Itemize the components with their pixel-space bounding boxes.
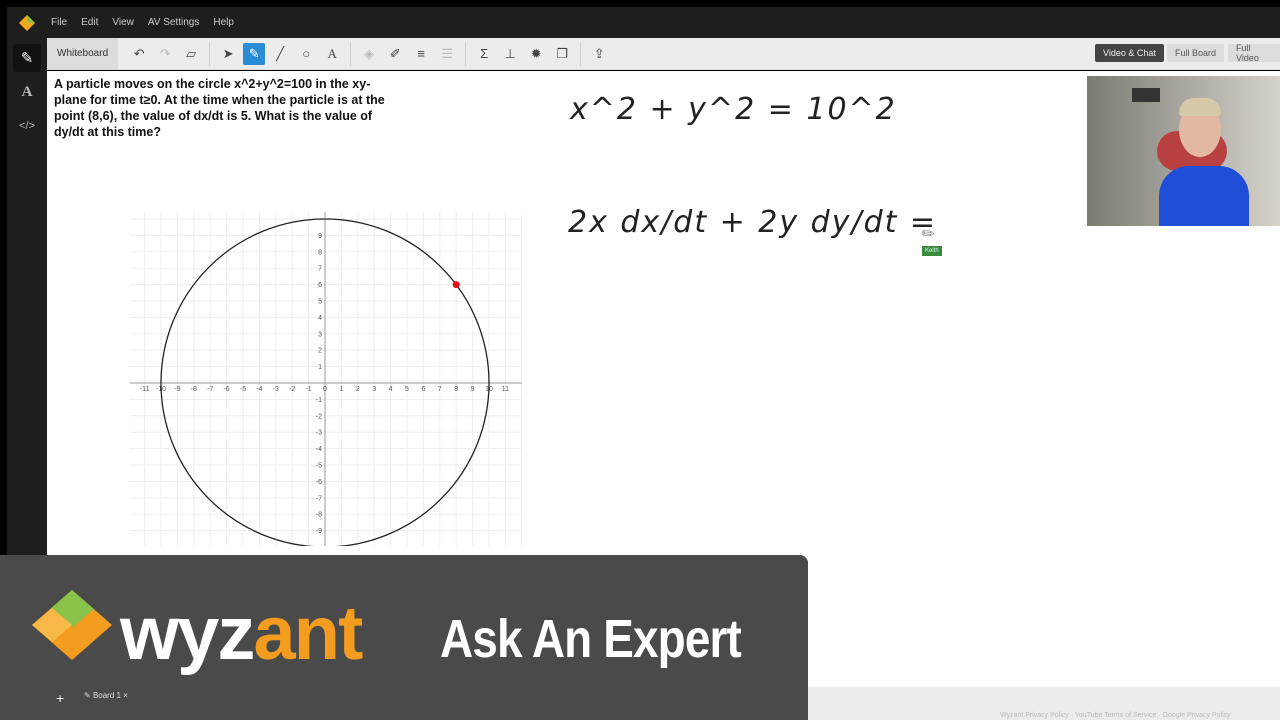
menu-av-settings[interactable]: AV Settings xyxy=(148,17,200,28)
menu-view[interactable]: View xyxy=(112,17,134,28)
x-tick-label: -5 xyxy=(240,386,246,393)
x-tick-label: 2 xyxy=(356,386,360,393)
x-tick-label: 5 xyxy=(405,386,409,393)
x-tick-label: -2 xyxy=(289,386,295,393)
dash-style-icon[interactable]: ☰ xyxy=(436,43,458,65)
y-tick-label: -6 xyxy=(316,479,322,486)
upload-icon[interactable]: ⇪ xyxy=(588,43,610,65)
x-tick-label: -9 xyxy=(174,386,180,393)
wall-decor xyxy=(1132,88,1160,102)
highlighter-icon[interactable]: ✐ xyxy=(384,43,406,65)
divider xyxy=(350,41,352,66)
x-tick-label: 9 xyxy=(471,386,475,393)
shape-circle-icon[interactable]: ○ xyxy=(295,43,317,65)
video-feed xyxy=(1087,76,1280,226)
menu-file[interactable]: File xyxy=(51,17,67,28)
x-tick-label: 4 xyxy=(389,386,393,393)
divider xyxy=(465,41,467,66)
x-tick-label: 1 xyxy=(339,386,343,393)
pen-icon[interactable]: ✎ xyxy=(243,42,266,65)
redo-icon[interactable]: ↷ xyxy=(154,43,176,65)
whiteboard-mode-icon[interactable]: ✎ xyxy=(13,44,41,72)
x-tick-label: -6 xyxy=(223,386,229,393)
board-tab-label: Board 1 xyxy=(92,691,121,700)
x-tick-label: -3 xyxy=(273,386,279,393)
question-text: A particle moves on the circle x^2+y^2=1… xyxy=(54,77,385,139)
x-tick-label: 6 xyxy=(421,386,425,393)
wyzant-wordmark: wyzant xyxy=(120,590,363,677)
person-hair xyxy=(1179,98,1221,116)
sigma-icon[interactable]: Σ xyxy=(473,43,495,65)
x-tick-label: 3 xyxy=(372,386,376,393)
add-board-button[interactable]: + xyxy=(56,690,64,706)
y-tick-label: -7 xyxy=(316,495,322,502)
text-icon[interactable]: A xyxy=(321,43,343,65)
undo-icon[interactable]: ↶ xyxy=(128,43,150,65)
y-tick-label: 3 xyxy=(318,331,322,338)
wordmark-part: ant xyxy=(253,591,363,676)
x-tick-label: -7 xyxy=(207,386,213,393)
select-arrow-icon[interactable]: ➤ xyxy=(217,43,239,65)
fill-bucket-icon[interactable]: ◈ xyxy=(358,43,380,65)
x-tick-label: -1 xyxy=(305,386,311,393)
x-tick-label: -8 xyxy=(191,386,197,393)
x-tick-label: 7 xyxy=(438,386,442,393)
x-tick-label: 8 xyxy=(454,386,458,393)
line-weight-icon[interactable]: ≡ xyxy=(410,43,432,65)
x-tick-label: -4 xyxy=(256,386,262,393)
y-tick-label: 1 xyxy=(318,364,322,371)
menu-edit[interactable]: Edit xyxy=(81,17,98,28)
code-editor-mode-icon[interactable]: </> xyxy=(13,112,41,140)
graph-axes-icon[interactable]: ⊥ xyxy=(499,43,521,65)
banner-tagline: Ask An Expert xyxy=(440,609,742,669)
y-tick-label: -2 xyxy=(316,413,322,420)
full-video-button[interactable]: Full Video xyxy=(1228,43,1280,63)
divider xyxy=(580,41,582,66)
menu-bar: File Edit View AV Settings Help xyxy=(7,7,1280,38)
menu-help[interactable]: Help xyxy=(213,17,234,28)
person-shirt xyxy=(1159,166,1249,226)
x-tick-label: 11 xyxy=(502,386,509,393)
tab-whiteboard[interactable]: Whiteboard xyxy=(47,37,119,70)
y-tick-label: -3 xyxy=(316,430,322,437)
wyzant-logo-icon xyxy=(19,14,35,31)
wordmark-part: wyz xyxy=(120,591,255,676)
handwriting-line1: x^2 + y^2 = 10^2 xyxy=(570,92,897,127)
footer-links[interactable]: Wyzant Privacy Policy · YouTube Terms of… xyxy=(1000,712,1231,719)
board-tab[interactable]: ✎ Board 1 × xyxy=(78,689,134,702)
duplicate-icon[interactable]: ❐ xyxy=(551,43,573,65)
y-tick-label: 8 xyxy=(318,249,322,256)
circle-graph: -11 -10 -9 -8 -7 -6 -5 -4 -3 -2 -1 0 1 2 3 4 5 6 7 8 9 10 1198… xyxy=(130,212,522,546)
y-tick-label: 6 xyxy=(318,282,322,289)
wyzant-diamond-logo-icon xyxy=(32,590,112,660)
text-editor-mode-icon[interactable]: A xyxy=(13,78,41,106)
y-tick-label: -1 xyxy=(316,397,322,404)
y-tick-label: 7 xyxy=(318,266,322,273)
y-tick-label: -9 xyxy=(316,528,322,535)
divider xyxy=(209,41,211,66)
x-tick-label: 0 xyxy=(323,386,327,393)
y-tick-label: 2 xyxy=(318,348,322,355)
settings-gear-icon[interactable]: ✹ xyxy=(525,43,547,65)
user-cursor-label: Keith xyxy=(922,246,942,256)
y-tick-label: 9 xyxy=(318,233,322,240)
video-chat-button[interactable]: Video & Chat xyxy=(1095,44,1164,62)
banner-bottom xyxy=(47,687,808,720)
full-board-button[interactable]: Full Board xyxy=(1167,44,1225,62)
close-board-icon[interactable]: × xyxy=(123,691,128,700)
y-tick-label: 4 xyxy=(318,315,322,322)
particle-point xyxy=(452,281,460,289)
eraser-icon[interactable]: ▱ xyxy=(180,43,202,65)
x-tick-label: -11 xyxy=(140,386,150,393)
y-tick-label: -4 xyxy=(316,446,322,453)
line-icon[interactable]: ╱ xyxy=(269,43,291,65)
y-tick-label: -8 xyxy=(316,512,322,519)
handwriting-line2: 2x dx/dt + 2y dy/dt = xyxy=(568,205,938,240)
y-tick-label: -5 xyxy=(316,463,322,470)
y-tick-label: 5 xyxy=(318,299,322,306)
